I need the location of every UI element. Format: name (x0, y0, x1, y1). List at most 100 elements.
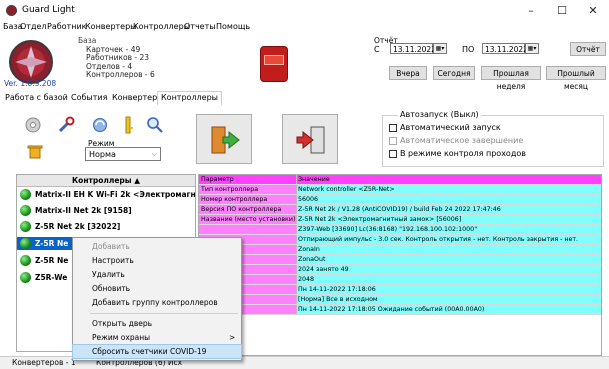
table-row[interactable]: Версия ПО контроллера Z-5R Net 2k / V1.28… (199, 205, 601, 215)
menu-item-reports[interactable]: Отчеты (184, 22, 216, 31)
auto-finish-label: Автоматическое завершение (400, 136, 524, 145)
param-value-cell: 2024 занято 49 (297, 265, 601, 274)
param-value-cell: ZonaOut (297, 255, 601, 264)
submenu-arrow-icon: > (229, 333, 236, 342)
table-row[interactable]: Тип контроллера Network controller <Z5R-N… (199, 185, 601, 195)
tab-bar: Работа с базой События Конвертеры Контро… (0, 91, 609, 106)
menu-item-delete[interactable]: Удалить (73, 268, 241, 281)
table-row[interactable]: Пн 14-11-2022 17:18:06 (199, 285, 601, 295)
menu-item-refresh[interactable]: Обновить (73, 282, 241, 295)
param-value-cell: 2048 (297, 275, 601, 284)
status-ok-icon (20, 189, 31, 200)
status-ok-icon (20, 255, 31, 266)
refresh-icon[interactable] (91, 116, 109, 134)
menu-item-reset-covid[interactable]: Сбросить счетчики COVID-19 (72, 344, 242, 359)
close-button[interactable]: ✕ (578, 3, 608, 19)
date-to-calendar-icon[interactable]: ▦▾ (525, 43, 539, 54)
chevron-down-icon: ⌵ (151, 150, 157, 158)
param-value-cell: Пн 14-11-2022 17:18:05 Ожидание событий … (297, 305, 601, 314)
param-value-cell: [Норма] Все в исходном (297, 295, 601, 304)
menu-item-converters[interactable]: Конвертеры (85, 22, 137, 31)
report-button[interactable]: Отчёт (570, 42, 606, 56)
controllers-list-header[interactable]: Контроллеры ▲ (17, 175, 195, 187)
trash-icon[interactable] (27, 145, 43, 159)
param-value-cell: Z397-Web [33690] Lc(36:8168) "192.168.10… (297, 225, 601, 234)
last-week-button[interactable]: Прошлая неделя (481, 66, 541, 91)
table-row[interactable]: Отпирающий импульс - 3.0 сек. Контроль о… (199, 235, 601, 245)
app-icon (6, 5, 17, 16)
tab-controllers[interactable]: Контроллеры (157, 91, 222, 106)
table-row[interactable]: Название (место установки) Z-5R Net 2k <Э… (199, 215, 601, 225)
status-ok-icon (20, 205, 31, 216)
date-from-input[interactable]: 13.11.2022 (390, 43, 436, 54)
date-from-calendar-icon[interactable]: ▦▾ (433, 43, 447, 54)
alarm-indicator (264, 55, 284, 65)
date-from-label: С (374, 45, 380, 54)
table-row[interactable]: 2024 занято 49 (199, 265, 601, 275)
menu-item-worker[interactable]: Работник (47, 22, 86, 31)
tab-events[interactable]: События (68, 92, 110, 104)
grid-column-divider (296, 175, 297, 184)
close-door-button[interactable] (282, 114, 338, 164)
last-month-button[interactable]: Прошлый месяц (546, 66, 606, 91)
status-ok-icon (20, 272, 31, 283)
auto-start-label: Автоматический запуск (400, 123, 501, 132)
param-name-cell: Номер контроллера (199, 195, 296, 204)
door-exit-icon (296, 126, 325, 154)
param-name-cell: Тип контроллера (199, 185, 296, 194)
param-value-cell: Z-5R Net 2k <Электромагнитный замок> [56… (297, 215, 601, 224)
menu-bar: База Отдел Работник Конвертеры Контролле… (0, 22, 609, 34)
menu-item-open-door[interactable]: Открыть дверь (73, 317, 241, 330)
table-row[interactable]: аZonaOut (199, 255, 601, 265)
window-title: Guard Light (22, 5, 75, 15)
status-ok-icon (20, 221, 31, 232)
pass-control-label: В режиме контроля проходов (400, 149, 526, 158)
today-button[interactable]: Сегодня (433, 66, 475, 80)
wrench-settings-icon[interactable] (57, 116, 75, 134)
list-item[interactable]: Matrix-II EH K Wi-Fi 2k <Электромагн... (17, 188, 195, 201)
pass-control-checkbox[interactable] (389, 150, 397, 158)
menu-item-add-group[interactable]: Добавить группу контроллеров (73, 296, 241, 309)
stats-controllers: Контроллеров - 6 (86, 70, 155, 80)
date-to-label: ПО (462, 45, 475, 54)
param-value-cell: 56006 (297, 195, 601, 204)
mode-select-value: Норма (89, 150, 116, 159)
yesterday-button[interactable]: Вчера (389, 66, 427, 80)
mode-select[interactable]: Норма ⌵ (85, 147, 161, 161)
version-label: Ver. 1.0.9.208 (4, 79, 57, 88)
menu-item-controllers[interactable]: Контроллеры (133, 22, 190, 31)
maximize-button[interactable]: ☐ (547, 3, 577, 19)
database-stats: База Карточек - 49 Работников - 23 Отдел… (78, 36, 155, 80)
status-converters: Конвертеров - 1 (12, 358, 76, 367)
table-row[interactable]: зонаZonaIn (199, 245, 601, 255)
menu-item-add[interactable]: Добавить (73, 240, 241, 253)
auto-finish-checkbox[interactable] (389, 137, 397, 145)
param-value-cell: Пн 14-11-2022 17:18:06 (297, 285, 601, 294)
tab-database[interactable]: Работа с базой (2, 92, 71, 104)
menu-item-help[interactable]: Помощь (216, 22, 250, 31)
open-door-button[interactable] (196, 114, 252, 164)
param-name-cell (199, 225, 296, 234)
grid-header: Параметр Значение (199, 175, 601, 185)
table-row[interactable]: Пн 14-11-2022 17:18:05 Ожидание событий … (199, 305, 601, 315)
table-row[interactable]: к/дверь[Норма] Все в исходном (199, 295, 601, 305)
param-name-cell: Название (место установки) (199, 215, 296, 224)
date-to-input[interactable]: 13.11.2022 (482, 43, 528, 54)
autostart-title: Автозапуск (Выкл) (398, 110, 481, 119)
param-value-cell: Отпирающий импульс - 3.0 сек. Контроль о… (297, 235, 601, 244)
menu-item-configure[interactable]: Настроить (73, 254, 241, 267)
table-row[interactable]: ытий2048 (199, 275, 601, 285)
table-row[interactable]: Z397-Web [33690] Lc(36:8168) "192.168.10… (199, 225, 601, 235)
list-item[interactable]: Z-5R Net 2k [32022] (17, 220, 195, 233)
key-icon[interactable] (121, 116, 135, 134)
menu-item-security-mode[interactable]: Режим охраны > (73, 331, 241, 344)
table-row[interactable]: Номер контроллера 56006 (199, 195, 601, 205)
auto-start-checkbox[interactable] (389, 124, 397, 132)
grid-header-value: Значение (298, 176, 330, 183)
search-icon[interactable] (146, 116, 164, 134)
list-item[interactable]: Matrix-II Net 2k [9158] (17, 204, 195, 217)
status-ok-icon (20, 238, 31, 249)
menu-item-department[interactable]: Отдел (20, 22, 47, 31)
minimize-button[interactable]: – (516, 3, 546, 19)
disc-icon[interactable] (25, 117, 41, 133)
